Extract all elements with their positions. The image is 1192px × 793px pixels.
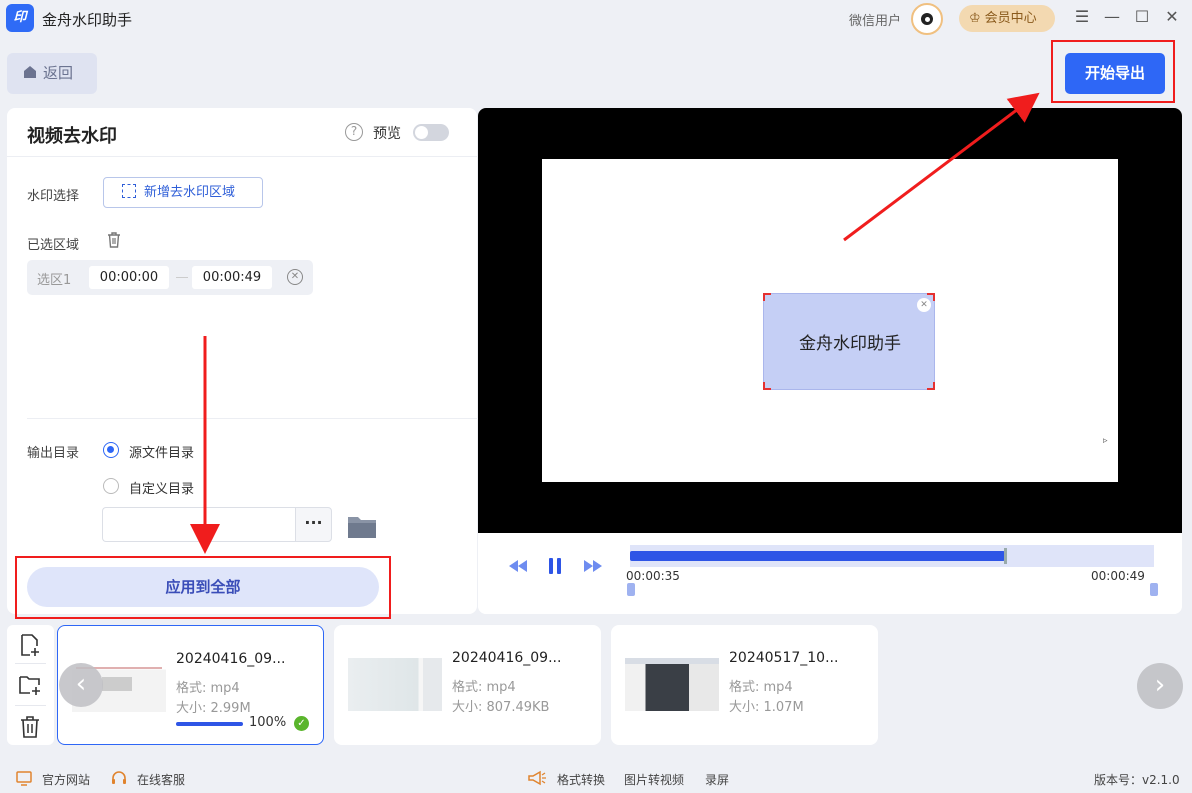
file-size: 大小: 1.07M xyxy=(729,700,804,715)
file-tools xyxy=(7,625,54,745)
file-card[interactable]: 20240517_10... 格式: mp4 大小: 1.07M xyxy=(611,625,878,745)
screen-record-link[interactable]: 录屏 xyxy=(705,771,729,788)
custom-dir-label[interactable]: 自定义目录 xyxy=(129,478,194,497)
watermark-text: 金舟水印助手 xyxy=(799,334,901,354)
video-preview-panel: 金舟水印助手 ✕ ▹ 00:00:35 00:00:49 xyxy=(478,108,1182,614)
add-region-button[interactable]: 新增去水印区域 xyxy=(103,177,263,208)
megaphone-icon xyxy=(528,770,546,786)
remove-region-icon[interactable]: ✕ xyxy=(287,269,303,285)
settings-panel: 视频去水印 ? 预览 水印选择 新增去水印区域 已选区域 选区1 00:00:0… xyxy=(7,108,477,619)
region-end-time[interactable]: 00:00:49 xyxy=(192,266,272,289)
format-convert-link[interactable]: 格式转换 xyxy=(557,771,605,788)
app-logo: 印 xyxy=(6,4,34,32)
headset-icon xyxy=(112,771,126,784)
file-progress-percent: 100% xyxy=(249,715,287,730)
version-label: 版本号：v2.1.0 xyxy=(1094,773,1180,787)
delete-icon[interactable] xyxy=(18,715,42,739)
corner-handle[interactable] xyxy=(763,293,771,301)
vip-center-button[interactable]: ♔ 会员中心 xyxy=(959,5,1055,32)
done-check-icon: ✓ xyxy=(294,716,309,731)
custom-dir-radio[interactable] xyxy=(103,478,119,494)
range-end-handle[interactable] xyxy=(1150,583,1158,596)
back-button[interactable]: 返回 xyxy=(7,53,97,94)
rewind-icon[interactable] xyxy=(508,557,528,575)
file-progress-bar xyxy=(176,722,243,726)
region-row[interactable]: 选区1 00:00:00 00:00:49 ✕ xyxy=(27,260,313,295)
range-start-handle[interactable] xyxy=(627,583,635,596)
back-label: 返回 xyxy=(43,64,74,82)
file-name: 20240416_09... xyxy=(452,650,562,666)
timeline-progress xyxy=(630,551,1005,561)
crown-icon: ♔ xyxy=(969,11,981,26)
minimize-icon[interactable]: — xyxy=(1101,6,1123,28)
file-thumbnail xyxy=(348,658,442,711)
divider xyxy=(27,418,477,419)
selection-icon xyxy=(122,184,136,198)
official-site-link[interactable]: 官方网站 xyxy=(42,771,90,788)
footer: 官方网站 在线客服 格式转换 图片转视频 录屏 版本号：v2.1.0 xyxy=(0,762,1192,793)
timeline-playhead[interactable] xyxy=(1004,548,1007,564)
divider xyxy=(15,663,46,664)
fast-forward-icon[interactable] xyxy=(583,557,603,575)
selected-regions-label: 已选区域 xyxy=(27,238,80,253)
watermark-select-label: 水印选择 xyxy=(27,189,80,204)
custom-path-input[interactable] xyxy=(102,507,295,542)
file-name: 20240517_10... xyxy=(729,650,839,666)
divider xyxy=(7,156,477,157)
time-separator xyxy=(176,277,188,278)
apply-to-all-button[interactable]: 应用到全部 xyxy=(27,567,379,607)
region-name: 选区1 xyxy=(37,273,72,288)
trash-icon[interactable] xyxy=(107,232,121,248)
corner-handle[interactable] xyxy=(927,382,935,390)
menu-icon[interactable]: ☰ xyxy=(1071,6,1093,28)
pause-icon[interactable] xyxy=(547,557,563,575)
file-name: 20240416_09... xyxy=(176,651,286,667)
maximize-icon[interactable]: ☐ xyxy=(1131,6,1153,28)
video-area: 金舟水印助手 ✕ ▹ xyxy=(478,108,1182,533)
region-start-time[interactable]: 00:00:00 xyxy=(89,266,169,289)
add-region-label: 新增去水印区域 xyxy=(144,185,236,200)
close-selection-icon[interactable]: ✕ xyxy=(917,298,931,312)
user-avatar[interactable] xyxy=(911,3,943,35)
cursor-icon: ▹ xyxy=(1103,436,1108,446)
output-dir-label: 输出目录 xyxy=(27,446,80,461)
folder-icon[interactable] xyxy=(347,513,377,539)
divider xyxy=(15,705,46,706)
preview-toggle[interactable] xyxy=(413,124,449,141)
add-file-icon[interactable] xyxy=(18,633,42,657)
scroll-left-button[interactable]: ‹ xyxy=(59,663,103,707)
browse-more-button[interactable]: ··· xyxy=(295,507,332,542)
vip-label: 会员中心 xyxy=(984,11,1037,26)
preview-label: 预览 xyxy=(373,126,401,142)
corner-handle[interactable] xyxy=(763,382,771,390)
help-icon[interactable]: ? xyxy=(345,123,363,141)
close-icon[interactable]: ✕ xyxy=(1161,6,1183,28)
file-size: 大小: 807.49KB xyxy=(452,700,550,715)
file-card[interactable]: 20240416_09... 格式: mp4 大小: 807.49KB xyxy=(334,625,601,745)
file-format: 格式: mp4 xyxy=(176,681,240,696)
source-dir-radio[interactable] xyxy=(103,442,119,458)
watermark-selection-box[interactable]: 金舟水印助手 ✕ xyxy=(763,293,935,390)
title-bar: 印 金舟水印助手 微信用户 ♔ 会员中心 ☰ — ☐ ✕ xyxy=(0,0,1192,38)
source-dir-label[interactable]: 源文件目录 xyxy=(129,442,194,461)
scroll-right-button[interactable]: › xyxy=(1137,663,1183,709)
home-icon xyxy=(24,66,36,78)
add-folder-icon[interactable] xyxy=(18,673,42,697)
file-format: 格式: mp4 xyxy=(729,680,793,695)
website-icon xyxy=(16,771,32,786)
playback-controls: 00:00:35 00:00:49 xyxy=(478,533,1182,614)
start-export-button[interactable]: 开始导出 xyxy=(1065,53,1165,94)
current-time: 00:00:35 xyxy=(626,569,680,583)
panel-title: 视频去水印 xyxy=(27,126,117,147)
app-title: 金舟水印助手 xyxy=(42,11,133,29)
file-thumbnail xyxy=(625,658,719,711)
file-size: 大小: 2.99M xyxy=(176,701,251,716)
image-to-video-link[interactable]: 图片转视频 xyxy=(624,771,684,788)
total-time: 00:00:49 xyxy=(1091,569,1145,583)
online-service-link[interactable]: 在线客服 xyxy=(137,771,185,788)
video-frame: 金舟水印助手 ✕ ▹ xyxy=(542,159,1118,482)
user-name[interactable]: 微信用户 xyxy=(849,10,901,29)
file-format: 格式: mp4 xyxy=(452,680,516,695)
